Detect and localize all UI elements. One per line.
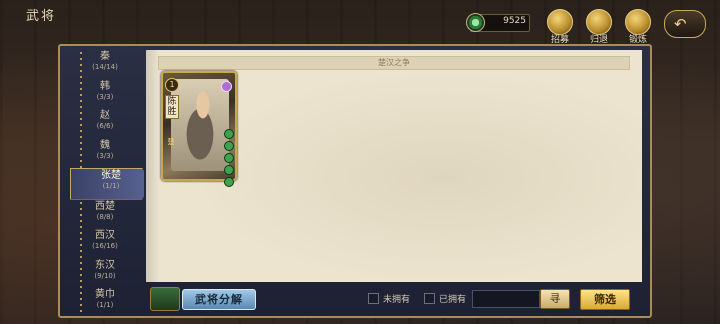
sidebar-item-label: 韩 bbox=[100, 80, 110, 92]
faction-sidebar: 秦 (14/14) 韩 (3/3) 赵 (6/6) 魏 (3/3) 张楚 (1/… bbox=[66, 50, 144, 312]
sidebar-item-count: (16/16) bbox=[92, 242, 118, 250]
sidebar-item-count: (3/3) bbox=[96, 92, 114, 101]
sidebar-item-count: (3/3) bbox=[96, 151, 114, 160]
sidebar-item-label: 东汉 bbox=[95, 259, 115, 271]
sidebar-item-xihan[interactable]: 西汉 (16/16) bbox=[66, 229, 144, 259]
skill-pip-icon bbox=[224, 165, 234, 175]
skill-pip-icon bbox=[224, 129, 234, 139]
sidebar-item-count: (1/1) bbox=[96, 301, 114, 309]
sidebar-item-label: 西汉 bbox=[95, 230, 115, 241]
general-portrait bbox=[171, 79, 229, 171]
panel-title: 楚汉之争 bbox=[378, 58, 410, 67]
recruit-button[interactable]: 招募 bbox=[545, 9, 575, 45]
skill-pip-icon bbox=[224, 153, 234, 163]
sidebar-item-label: 赵 bbox=[100, 110, 110, 121]
back-arrow-icon: ↶ bbox=[674, 15, 687, 33]
card-cost: 1 bbox=[165, 78, 179, 92]
sidebar-item-donghan[interactable]: 东汉 (9/10) bbox=[66, 259, 144, 289]
card-faction: 楚 bbox=[167, 138, 175, 146]
sidebar-item-count: (8/8) bbox=[96, 212, 114, 221]
skill-pip-icon bbox=[224, 177, 234, 187]
owned-label: 已拥有 bbox=[439, 295, 467, 305]
decompose-button[interactable]: 武将分解 bbox=[182, 289, 256, 310]
sidebar-item-label: 张楚 bbox=[101, 170, 121, 181]
train-button[interactable]: 锻炼 bbox=[623, 9, 653, 45]
sidebar-item-label: 黄巾 bbox=[95, 289, 115, 300]
panel-header: 楚汉之争 bbox=[158, 56, 630, 70]
sidebar-item-label: 秦 bbox=[100, 51, 110, 62]
sidebar-item-wei[interactable]: 魏 (3/3) bbox=[66, 139, 144, 169]
card-name: 陈胜 bbox=[165, 95, 179, 119]
sidebar-item-qin[interactable]: 秦 (14/14) bbox=[66, 50, 144, 80]
sidebar-item-label: 魏 bbox=[100, 139, 110, 151]
owned-checkbox[interactable] bbox=[424, 293, 435, 304]
not-owned-checkbox[interactable] bbox=[368, 293, 379, 304]
sidebar-item-zhao[interactable]: 赵 (6/6) bbox=[66, 109, 144, 139]
search-button[interactable]: 寻 bbox=[540, 289, 570, 309]
skill-pip-icon bbox=[224, 141, 234, 151]
sidebar-item-label: 西楚 bbox=[95, 200, 115, 212]
page-title: 武将 bbox=[26, 9, 57, 24]
sidebar-item-xichu[interactable]: 西楚 (8/8) bbox=[66, 200, 144, 230]
panel-shadow bbox=[146, 50, 160, 282]
general-card[interactable]: 1 陈胜 楚 bbox=[161, 71, 237, 187]
not-owned-label: 未拥有 bbox=[383, 295, 411, 305]
sidebar-item-count: (6/6) bbox=[96, 122, 114, 130]
retire-button[interactable]: 归退 bbox=[584, 9, 614, 45]
sidebar-item-huangjin[interactable]: 黄巾 (1/1) bbox=[66, 288, 144, 312]
back-button[interactable]: ↶ bbox=[664, 10, 706, 38]
jade-coin-icon bbox=[466, 13, 485, 32]
sidebar-item-han[interactable]: 韩 (3/3) bbox=[66, 80, 144, 110]
search-input[interactable] bbox=[472, 290, 540, 308]
sidebar-item-zhangchu[interactable]: 张楚 (1/1) bbox=[70, 168, 144, 200]
chest-icon bbox=[150, 287, 180, 311]
sidebar-item-count: (1/1) bbox=[102, 182, 120, 190]
rarity-gem-icon bbox=[221, 81, 232, 92]
filter-button[interactable]: 筛选 bbox=[580, 289, 630, 310]
sidebar-item-count: (14/14) bbox=[92, 63, 118, 71]
sidebar-item-count: (9/10) bbox=[94, 271, 116, 280]
card-skill-pips bbox=[224, 129, 234, 189]
currency-value: 9525 bbox=[503, 16, 526, 26]
